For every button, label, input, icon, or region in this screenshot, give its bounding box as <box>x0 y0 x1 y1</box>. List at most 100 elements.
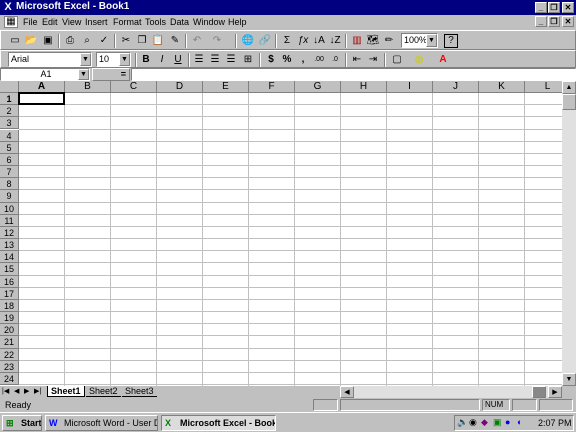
menu-format[interactable]: Format <box>113 17 142 27</box>
sort-descending-icon[interactable]: ↓Z <box>327 33 343 49</box>
excel-logo-icon[interactable]: X <box>2 1 14 13</box>
row-header[interactable]: 13 <box>0 239 19 252</box>
column-header[interactable]: D <box>157 81 203 93</box>
spelling-icon[interactable]: ✓ <box>96 33 112 49</box>
cut-icon[interactable]: ✂ <box>118 33 134 49</box>
task-excel[interactable]: X Microsoft Excel - Book1 <box>161 415 276 431</box>
doc-restore-button[interactable]: ❐ <box>548 16 560 27</box>
document-icon[interactable]: ▦ <box>4 16 18 28</box>
row-header[interactable]: 21 <box>0 336 19 349</box>
task-word[interactable]: W Microsoft Word - User Doc... <box>45 415 158 431</box>
function-icon[interactable]: ƒx <box>295 33 311 49</box>
align-center-icon[interactable]: ☰ <box>207 52 223 68</box>
menu-window[interactable]: Window <box>193 17 225 27</box>
autosum-icon[interactable]: Σ <box>279 33 295 49</box>
italic-icon[interactable]: I <box>154 52 170 68</box>
row-header[interactable]: 7 <box>0 166 19 179</box>
row-header[interactable]: 18 <box>0 299 19 313</box>
row-header[interactable]: 12 <box>0 226 19 240</box>
copy-icon[interactable]: ❐ <box>134 33 150 49</box>
volume-icon[interactable]: 🔈 <box>457 417 468 428</box>
network-icon[interactable]: ◉ <box>469 417 477 428</box>
column-header[interactable]: L <box>525 81 562 93</box>
redo-icon[interactable]: ↷ <box>209 33 225 49</box>
prev-sheet-icon[interactable]: ◀ <box>14 387 19 395</box>
column-header[interactable]: J <box>433 81 479 93</box>
paste-icon[interactable]: 📋 <box>150 33 166 49</box>
decrease-indent-icon[interactable]: ⇤ <box>349 52 365 68</box>
font-color-icon[interactable]: A <box>435 52 451 68</box>
menu-insert[interactable]: Insert <box>85 17 108 27</box>
increase-indent-icon[interactable]: ⇥ <box>365 52 381 68</box>
align-left-icon[interactable]: ☰ <box>191 52 207 68</box>
scroll-down-icon[interactable]: ▼ <box>562 373 576 386</box>
row-header[interactable]: 17 <box>0 287 19 300</box>
equals-button[interactable]: = <box>92 68 130 81</box>
row-header[interactable]: 4 <box>0 129 19 142</box>
menu-view[interactable]: View <box>62 17 81 27</box>
clock[interactable]: 2:07 PM <box>538 418 572 428</box>
comma-icon[interactable]: , <box>295 52 311 68</box>
drawing-icon[interactable]: ✏ <box>381 33 397 49</box>
active-cell[interactable] <box>18 92 65 106</box>
increase-decimal-icon[interactable]: .00 <box>311 52 327 68</box>
fill-color-icon[interactable]: ◍ <box>411 52 427 68</box>
column-header[interactable]: F <box>249 81 295 93</box>
minimize-button[interactable]: _ <box>535 2 547 13</box>
row-header[interactable]: 24 <box>0 372 19 386</box>
scroll-thumb[interactable] <box>562 94 576 110</box>
close-button[interactable]: ✕ <box>562 2 574 13</box>
currency-icon[interactable]: $ <box>263 52 279 68</box>
print-preview-icon[interactable]: ⌕ <box>79 33 95 49</box>
row-header[interactable]: 10 <box>0 202 19 215</box>
tray-app-icon-2[interactable]: ▣ <box>493 417 502 428</box>
scroll-thumb-h[interactable] <box>532 386 546 398</box>
percent-icon[interactable]: % <box>279 52 295 68</box>
row-header[interactable]: 23 <box>0 360 19 373</box>
last-sheet-icon[interactable]: ▶| <box>34 387 41 395</box>
scroll-left-icon[interactable]: ◀ <box>340 386 354 398</box>
vertical-scrollbar[interactable]: ▲ ▼ <box>562 81 576 386</box>
tab-sheet1[interactable]: Sheet1 <box>47 386 85 397</box>
doc-close-button[interactable]: ✕ <box>562 16 574 27</box>
menu-data[interactable]: Data <box>170 17 189 27</box>
column-header[interactable]: C <box>111 81 157 93</box>
chevron-down-icon[interactable]: ▼ <box>80 53 91 66</box>
map-icon[interactable]: 🗺 <box>365 33 381 49</box>
web-toolbar-icon[interactable]: 🌐 <box>240 33 256 49</box>
next-sheet-icon[interactable]: ▶ <box>24 387 29 395</box>
row-header[interactable]: 3 <box>0 117 19 130</box>
chart-wizard-icon[interactable]: ▥ <box>349 33 365 49</box>
tray-app-icon[interactable]: ◆ <box>481 417 488 428</box>
new-icon[interactable]: ▭ <box>7 33 23 49</box>
row-header[interactable]: 5 <box>0 141 19 154</box>
row-header[interactable]: 9 <box>0 190 19 203</box>
bold-icon[interactable]: B <box>138 52 154 68</box>
column-header[interactable]: H <box>341 81 387 93</box>
undo-icon[interactable]: ↶ <box>189 33 205 49</box>
help-icon[interactable]: ? <box>444 34 458 48</box>
row-header[interactable]: 22 <box>0 348 19 361</box>
sort-ascending-icon[interactable]: ↓A <box>311 33 327 49</box>
start-button[interactable]: ⊞ Start <box>2 415 42 431</box>
font-select[interactable]: Arial ▼ <box>8 52 92 67</box>
column-header[interactable]: B <box>65 81 111 93</box>
row-header[interactable]: 16 <box>0 275 19 288</box>
format-painter-icon[interactable]: ✎ <box>167 33 183 49</box>
select-all-button[interactable] <box>0 81 19 93</box>
chevron-down-icon[interactable]: ▼ <box>78 69 89 80</box>
borders-icon[interactable]: ▢ <box>389 52 405 68</box>
tray-app-icon-4[interactable]: ◐ <box>517 417 522 427</box>
menu-help[interactable]: Help <box>228 17 247 27</box>
align-right-icon[interactable]: ☰ <box>223 52 239 68</box>
formula-input[interactable] <box>131 68 576 81</box>
underline-icon[interactable]: U <box>170 52 186 68</box>
column-header[interactable]: E <box>203 81 249 93</box>
merge-center-icon[interactable]: ⊞ <box>240 52 256 68</box>
first-sheet-icon[interactable]: |◀ <box>2 387 9 395</box>
column-header[interactable]: I <box>387 81 433 93</box>
hyperlink-icon[interactable]: 🔗 <box>257 33 273 49</box>
maximize-button[interactable]: ❐ <box>548 2 560 13</box>
menu-edit[interactable]: Edit <box>42 17 58 27</box>
column-header[interactable]: K <box>479 81 525 93</box>
